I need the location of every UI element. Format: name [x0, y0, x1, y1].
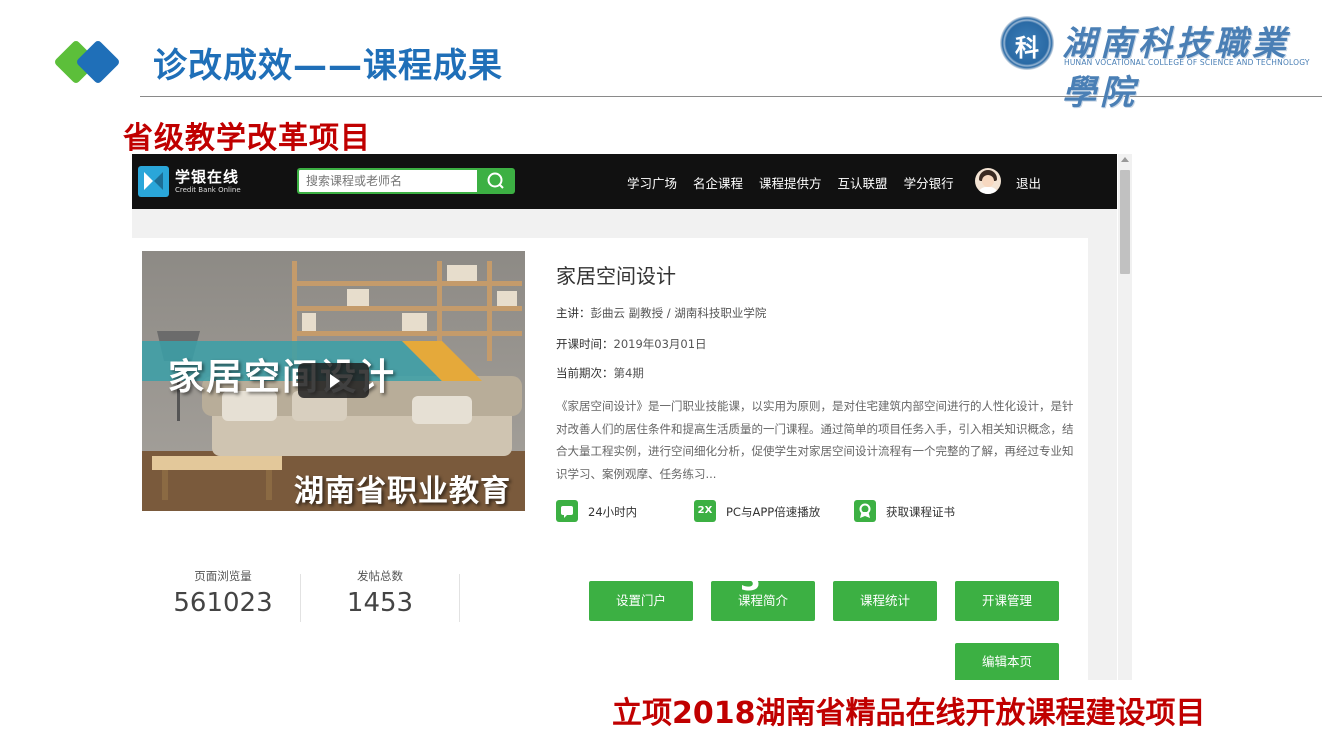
- nav-item-mutual-alliance[interactable]: 互认联盟: [838, 173, 888, 192]
- brand-name[interactable]: 学银在线: [175, 166, 239, 187]
- nav-item-credit-bank[interactable]: 学分银行: [904, 173, 954, 192]
- brand-logo-icon[interactable]: [138, 166, 169, 197]
- course-management-button[interactable]: 开课管理: [955, 581, 1059, 621]
- course-card: 家居空间设计 湖南省职业教育 家居空间设计 主讲：彭曲云 副教授 / 湖南科技职…: [132, 238, 1088, 680]
- top-nav: 学习广场 名企课程 课程提供方 互认联盟 学分银行: [627, 173, 954, 192]
- stat-post-count: 发帖总数 1453: [346, 569, 414, 618]
- search-input[interactable]: [299, 170, 476, 192]
- cover-banner-text: 湖南省职业教育: [294, 474, 511, 509]
- site-topbar: 学银在线 Credit Bank Online 学习广场 名企课程 课程提供方 …: [132, 154, 1117, 209]
- nav-item-course-providers[interactable]: 课程提供方: [759, 173, 822, 192]
- nav-item-enterprise-courses[interactable]: 名企课程: [693, 173, 743, 192]
- scrollbar-thumb[interactable]: [1120, 170, 1130, 274]
- nav-item-study-square[interactable]: 学习广场: [627, 173, 677, 192]
- search-button[interactable]: [477, 168, 515, 194]
- course-cover-video[interactable]: 家居空间设计 湖南省职业教育: [142, 251, 525, 511]
- course-intro-button[interactable]: 课程简介: [711, 581, 815, 621]
- edit-page-button[interactable]: 编辑本页: [955, 643, 1059, 680]
- slide-logo-diamonds: [55, 41, 119, 83]
- scroll-up-icon[interactable]: [1121, 157, 1129, 162]
- chat-icon: [556, 500, 578, 522]
- course-lecturer: 主讲：彭曲云 副教授 / 湖南科技职业学院: [556, 306, 767, 320]
- stat-divider: [459, 574, 460, 622]
- slide-subtitle: 省级教学改革项目: [123, 121, 371, 156]
- user-avatar[interactable]: [975, 168, 1001, 194]
- website-screenshot: 学银在线 Credit Bank Online 学习广场 名企课程 课程提供方 …: [132, 154, 1117, 680]
- portal-settings-button[interactable]: 设置门户: [589, 581, 693, 621]
- course-description: 《家居空间设计》是一门职业技能课，以实用为原则，是对住宅建筑内部空间进行的人性化…: [556, 399, 1074, 482]
- course-term: 当前期次：第4期: [556, 366, 644, 380]
- search-icon: [487, 172, 504, 189]
- speed-icon: 2X: [694, 500, 716, 522]
- stat-page-views: 页面浏览量 561023: [173, 569, 273, 618]
- slide-title: 诊改成效——课程成果: [153, 46, 503, 86]
- search-field[interactable]: [297, 168, 477, 194]
- course-start-date: 开课时间：2019年03月01日: [556, 337, 707, 351]
- slide-footer-caption: 立项2018湖南省精品在线开放课程建设项目: [612, 696, 1206, 731]
- play-button[interactable]: [298, 363, 369, 398]
- certificate-icon: [854, 500, 876, 522]
- brand-subtitle: Credit Bank Online: [175, 186, 241, 194]
- overlay-marker: 3: [740, 563, 761, 598]
- logout-link[interactable]: 退出: [1016, 173, 1041, 192]
- college-name-en: HUNAN VOCATIONAL COLLEGE OF SCIENCE AND …: [1064, 58, 1310, 67]
- college-seal-icon: 科: [1000, 16, 1054, 70]
- stat-divider: [300, 574, 301, 622]
- course-title: 家居空间设计: [556, 264, 676, 288]
- course-stats-button[interactable]: 课程统计: [833, 581, 937, 621]
- college-logo: 科 湖南科技職業學院 HUNAN VOCATIONAL COLLEGE OF S…: [1000, 14, 1309, 113]
- page-scrollbar[interactable]: [1118, 154, 1132, 680]
